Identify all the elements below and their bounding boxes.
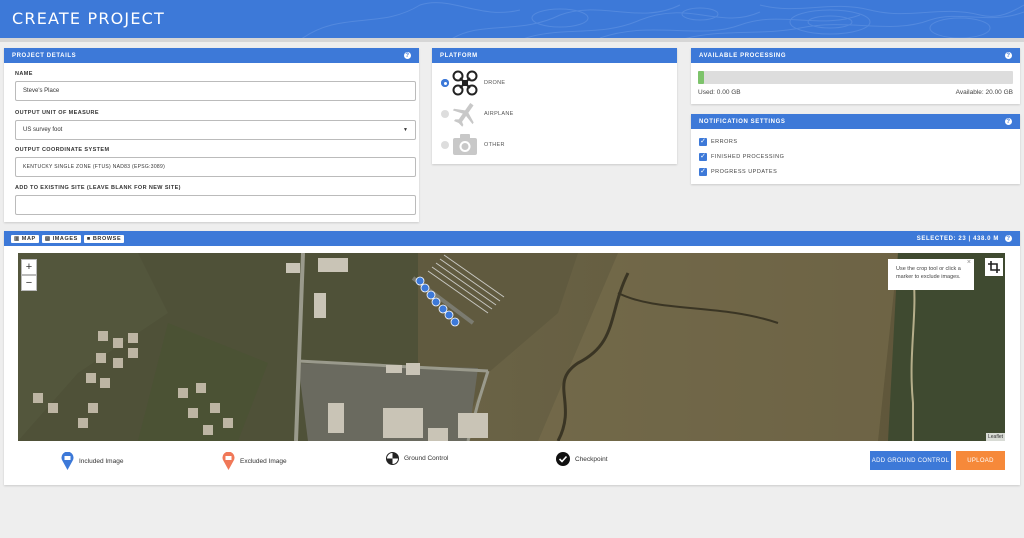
legend-ground-control: Ground Control (386, 452, 448, 465)
drone-icon (452, 70, 478, 96)
platform-label-airplane: AIRPLANE (484, 111, 514, 117)
selection-info: SELECTED: 23 | 438.0 M ? (917, 235, 1012, 242)
checkbox-label-errors: ERRORS (711, 139, 738, 145)
upload-button[interactable]: UPLOAD (956, 451, 1005, 470)
notification-title: NOTIFICATION SETTINGS (699, 118, 786, 125)
view-tabs: ▥ MAP ▨ IMAGES ■ BROWSE (11, 234, 127, 243)
help-icon[interactable]: ? (1005, 118, 1012, 125)
coord-input[interactable]: KENTUCKY SINGLE ZONE (FTUS) NAD83 (EPSG:… (15, 157, 416, 177)
aerial-map[interactable]: + − Use the crop tool or click a marker … (18, 253, 1005, 441)
checkbox-errors[interactable]: ✓ (699, 138, 707, 146)
add-ground-control-button[interactable]: ADD GROUND CONTROL (870, 451, 951, 470)
map-panel-header: ▥ MAP ▨ IMAGES ■ BROWSE SELECTED: 23 | 438.0 … (4, 231, 1020, 246)
tab-browse[interactable]: ■ BROWSE (83, 234, 125, 243)
platform-label-drone: DRONE (484, 80, 506, 86)
image-markers[interactable] (18, 253, 1005, 441)
checkbox-finished-processing[interactable]: ✓ (699, 153, 707, 161)
platform-radio-drone[interactable] (441, 79, 449, 87)
coord-input-value: KENTUCKY SINGLE ZONE (FTUS) NAD83 (EPSG:… (23, 164, 166, 170)
name-input-value: Steve's Place (23, 88, 60, 94)
selected-summary: SELECTED: 23 | 438.0 M (916, 235, 999, 242)
platform-radio-other[interactable] (441, 141, 449, 149)
processing-header: AVAILABLE PROCESSING ? (691, 48, 1020, 63)
coord-label: OUTPUT COORDINATE SYSTEM (15, 147, 110, 153)
checkbox-progress-updates[interactable]: ✓ (699, 168, 707, 176)
processing-bar-fill (698, 71, 705, 84)
images-icon: ▨ (44, 235, 51, 242)
processing-available: Available: 20.00 GB (955, 89, 1013, 96)
processing-bar (698, 71, 1013, 84)
tooltip-text: Use the crop tool or click a marker to e… (896, 266, 961, 280)
zoom-out-button[interactable]: − (21, 275, 37, 291)
legend-excluded: Excluded Image (222, 452, 287, 470)
checkbox-label-progress-updates: PROGRESS UPDATES (711, 169, 778, 175)
checkpoint-icon (556, 452, 570, 466)
project-details-title: PROJECT DETAILS (12, 52, 77, 59)
airplane-icon (452, 103, 474, 127)
crop-icon (988, 261, 1000, 273)
legend-ground-control-label: Ground Control (404, 455, 449, 462)
legend-excluded-label: Excluded Image (240, 457, 287, 465)
site-label: ADD TO EXISTING SITE (LEAVE BLANK FOR NE… (15, 185, 181, 191)
camera-icon (453, 134, 477, 155)
unit-label: OUTPUT UNIT OF MEASURE (15, 110, 99, 116)
legend-included-label: Included Image (79, 457, 124, 465)
tab-images-label: IMAGES (52, 235, 78, 242)
processing-panel: AVAILABLE PROCESSING ? Used: 0.00 GB Ava… (691, 48, 1020, 104)
notification-header: NOTIFICATION SETTINGS ? (691, 114, 1020, 129)
legend-included: Included Image (61, 452, 123, 470)
close-icon[interactable]: × (967, 259, 971, 267)
help-icon[interactable]: ? (404, 52, 411, 59)
dropdown-arrow-icon: ▼ (403, 127, 408, 133)
map-icon: ▥ (14, 235, 20, 242)
name-input[interactable]: Steve's Place (15, 81, 416, 101)
included-image-marker-icon (61, 452, 74, 470)
processing-used: Used: 0.00 GB (698, 89, 741, 96)
help-icon[interactable]: ? (1005, 52, 1012, 59)
map-tooltip: Use the crop tool or click a marker to e… (888, 259, 974, 290)
platform-radio-airplane[interactable] (441, 110, 449, 118)
tab-map[interactable]: ▥ MAP (11, 234, 39, 243)
name-label: NAME (15, 71, 33, 77)
ground-control-icon (386, 452, 399, 465)
tab-images[interactable]: ▨ IMAGES (41, 234, 81, 243)
unit-select[interactable]: US survey foot ▼ (15, 120, 416, 140)
checkbox-label-finished-processing: FINISHED PROCESSING (711, 154, 785, 160)
excluded-image-marker-icon (222, 452, 235, 470)
unit-select-value: US survey foot (23, 127, 63, 133)
map-attribution[interactable]: Leaflet (985, 433, 1005, 441)
page-header: CREATE PROJECT (0, 0, 1024, 38)
tab-browse-label: BROWSE (92, 235, 122, 242)
page-title: CREATE PROJECT (12, 9, 166, 28)
folder-icon: ■ (86, 235, 91, 242)
help-icon[interactable]: ? (1005, 235, 1012, 242)
platform-label-other: OTHER (484, 142, 505, 148)
project-details-panel: PROJECT DETAILS ? NAME Steve's Place OUT… (4, 48, 419, 222)
header-divider (0, 38, 1024, 42)
project-details-header: PROJECT DETAILS ? (4, 48, 419, 63)
legend-checkpoint: Checkpoint (556, 452, 608, 466)
zoom-in-button[interactable]: + (21, 259, 37, 275)
platform-header: PLATFORM (432, 48, 677, 63)
site-input[interactable] (15, 195, 416, 215)
tab-map-label: MAP (21, 235, 36, 242)
crop-tool-button[interactable] (985, 258, 1003, 276)
platform-panel: PLATFORM DRONE AIRPLANE OTHER (432, 48, 677, 164)
notification-panel: NOTIFICATION SETTINGS ? ✓ ERRORS ✓ FINIS… (691, 114, 1020, 184)
platform-title: PLATFORM (440, 52, 478, 59)
legend-checkpoint-label: Checkpoint (575, 455, 608, 463)
processing-title: AVAILABLE PROCESSING (699, 52, 787, 59)
